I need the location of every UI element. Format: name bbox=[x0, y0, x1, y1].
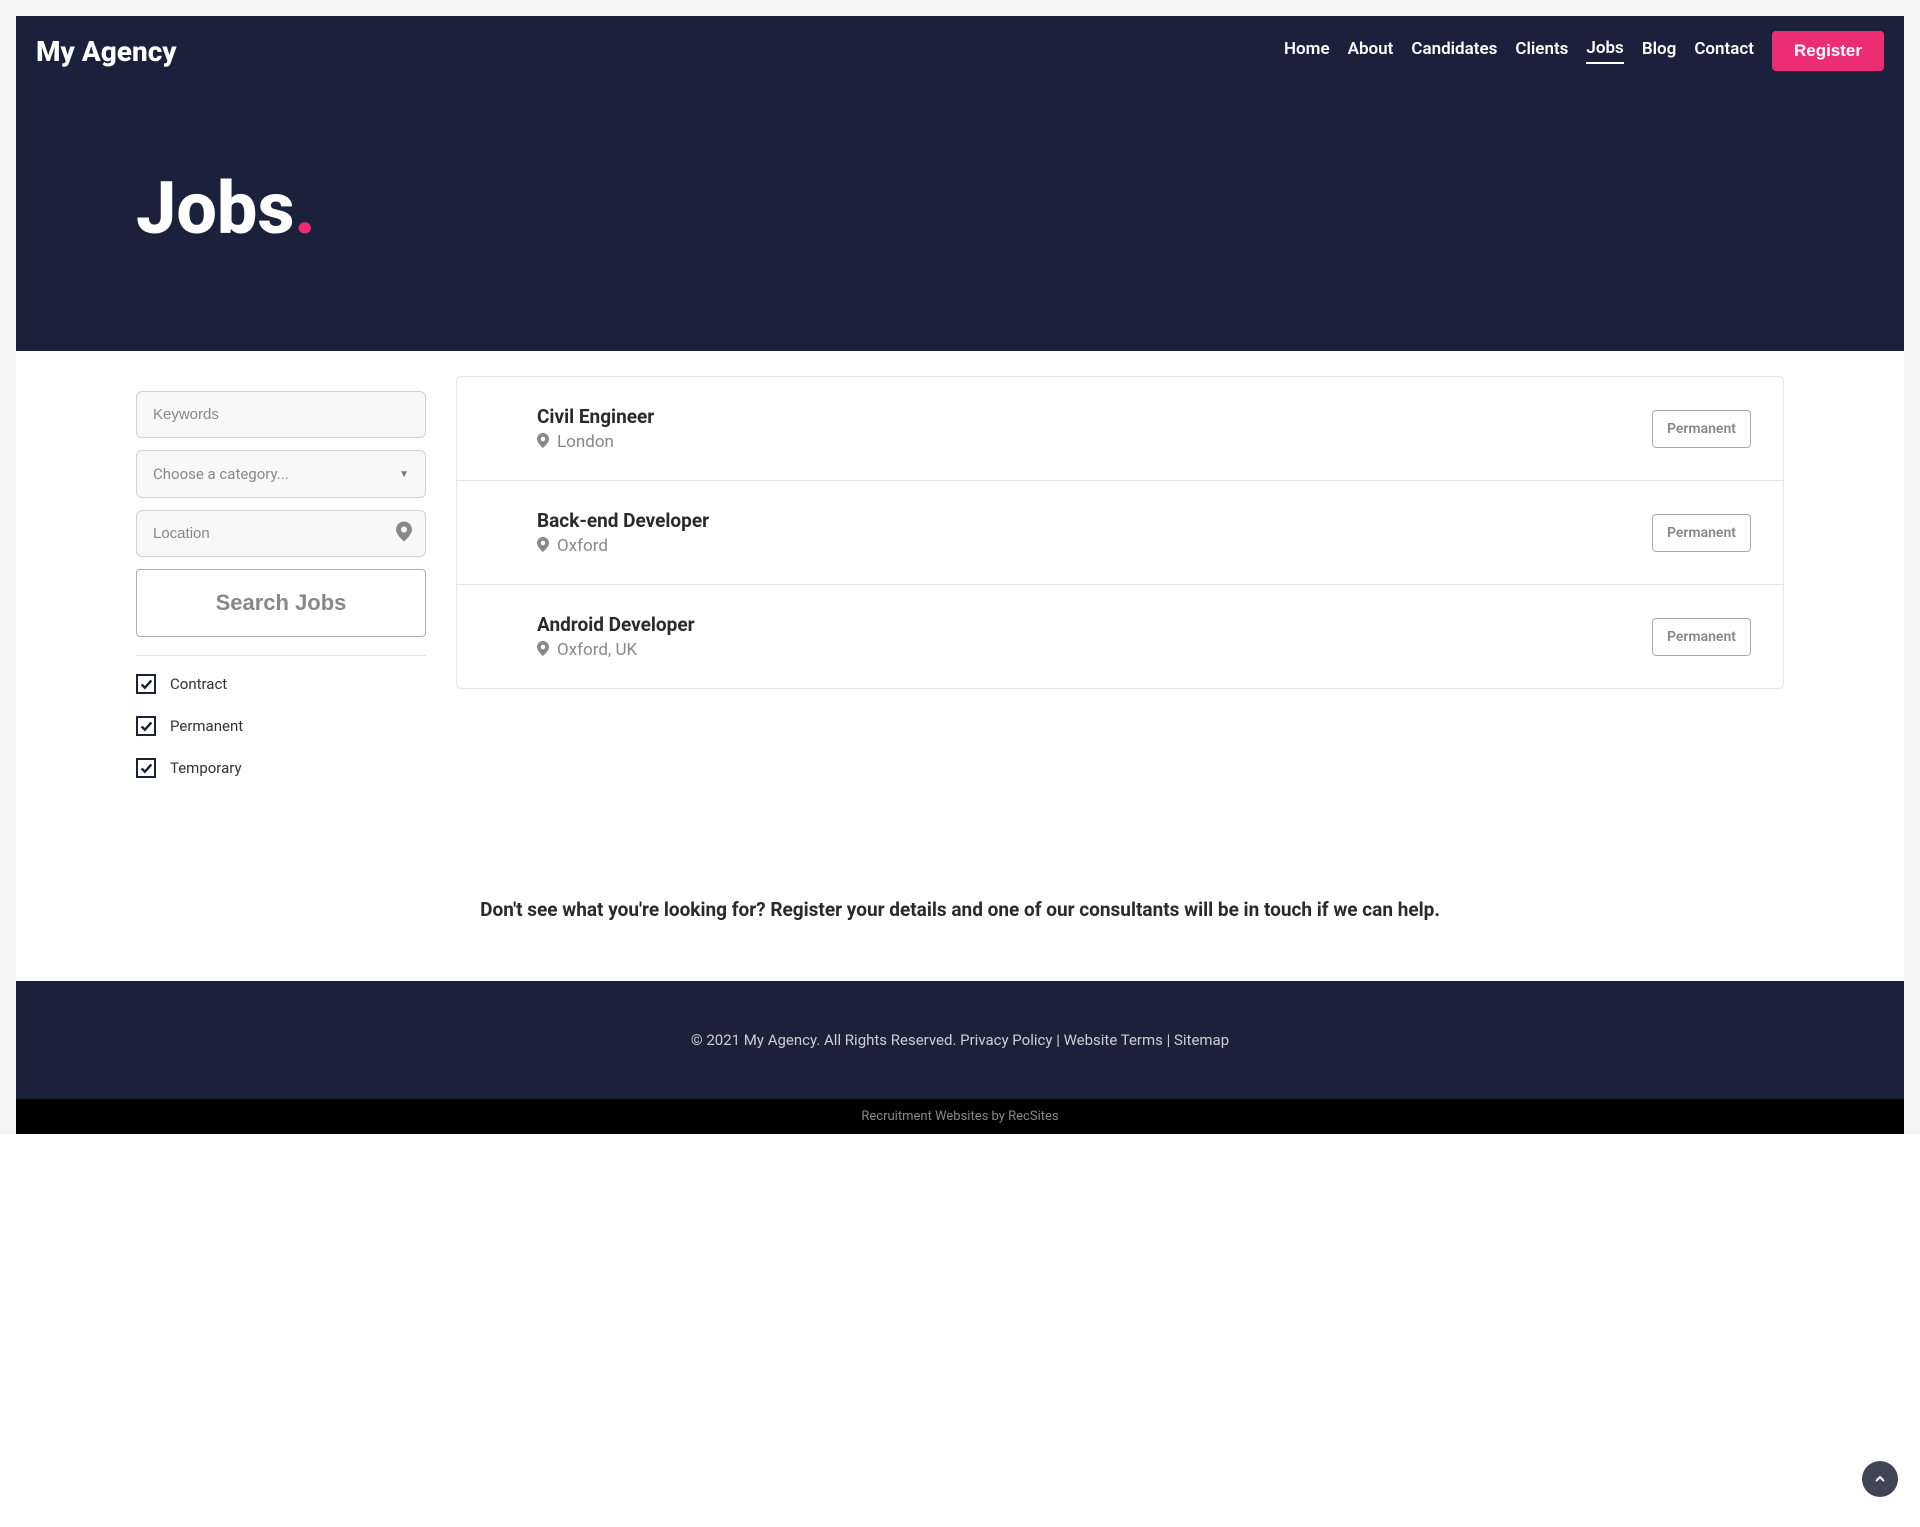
job-card[interactable]: Back-end Developer Oxford Permanent bbox=[457, 481, 1783, 585]
subfooter-text: Recruitment Websites by RecSites bbox=[36, 1109, 1884, 1124]
job-title: Civil Engineer bbox=[537, 405, 654, 428]
search-form: Choose a category... ▼ Search Jobs bbox=[136, 371, 426, 637]
job-info: Back-end Developer Oxford bbox=[537, 509, 709, 556]
location-pin-icon bbox=[537, 537, 549, 556]
job-location: London bbox=[537, 432, 654, 452]
job-results: Civil Engineer London Permanent Back-end… bbox=[456, 376, 1784, 689]
filter-label: Temporary bbox=[170, 759, 242, 777]
nav-jobs[interactable]: Jobs bbox=[1586, 38, 1623, 64]
filter-permanent[interactable]: Permanent bbox=[136, 716, 426, 736]
job-location: Oxford, UK bbox=[537, 640, 695, 660]
hero-title-dot: . bbox=[294, 166, 315, 251]
job-info: Android Developer Oxford, UK bbox=[537, 613, 695, 660]
filter-temporary[interactable]: Temporary bbox=[136, 758, 426, 778]
job-type-badge: Permanent bbox=[1652, 410, 1751, 448]
job-type-badge: Permanent bbox=[1652, 618, 1751, 656]
job-type-badge: Permanent bbox=[1652, 514, 1751, 552]
nav-candidates[interactable]: Candidates bbox=[1411, 39, 1497, 63]
job-location-text: Oxford bbox=[557, 536, 608, 556]
search-button[interactable]: Search Jobs bbox=[136, 569, 426, 637]
location-input[interactable] bbox=[136, 510, 426, 557]
filter-label: Contract bbox=[170, 675, 227, 693]
category-placeholder: Choose a category... bbox=[153, 465, 289, 483]
hero-title-text: Jobs bbox=[136, 166, 294, 251]
job-location: Oxford bbox=[537, 536, 709, 556]
checkbox-icon bbox=[136, 674, 156, 694]
job-title: Back-end Developer bbox=[537, 509, 709, 532]
divider bbox=[136, 655, 426, 656]
job-location-text: Oxford, UK bbox=[557, 640, 637, 660]
keywords-input[interactable] bbox=[136, 391, 426, 438]
copyright: © 2021 My Agency. All Rights Reserved. bbox=[691, 1031, 960, 1049]
separator: | bbox=[1163, 1031, 1174, 1049]
cta-register-link[interactable]: Register your details bbox=[770, 898, 946, 921]
main-content: Choose a category... ▼ Search Jobs Contr… bbox=[16, 351, 1904, 858]
scroll-top-button[interactable] bbox=[1862, 1461, 1898, 1497]
header: My Agency Home About Candidates Clients … bbox=[16, 16, 1904, 86]
nav-about[interactable]: About bbox=[1348, 39, 1394, 63]
job-card[interactable]: Civil Engineer London Permanent bbox=[457, 377, 1783, 481]
cta-suffix: and one of our consultants will be in to… bbox=[947, 898, 1440, 921]
subfooter: Recruitment Websites by RecSites bbox=[16, 1099, 1904, 1134]
nav-blog[interactable]: Blog bbox=[1642, 39, 1677, 63]
sidebar: Choose a category... ▼ Search Jobs Contr… bbox=[136, 371, 426, 778]
checkbox-icon bbox=[136, 716, 156, 736]
chevron-down-icon: ▼ bbox=[399, 469, 409, 480]
recsites-link[interactable]: RecSites bbox=[1008, 1109, 1058, 1124]
cta-prefix: Don't see what you're looking for? bbox=[480, 898, 770, 921]
job-info: Civil Engineer London bbox=[537, 405, 654, 452]
main-nav: Home About Candidates Clients Jobs Blog … bbox=[1284, 31, 1884, 71]
chevron-up-icon bbox=[1875, 1472, 1885, 1486]
sitemap-link[interactable]: Sitemap bbox=[1174, 1031, 1229, 1049]
hero: Jobs. bbox=[16, 86, 1904, 351]
nav-clients[interactable]: Clients bbox=[1515, 39, 1568, 63]
terms-link[interactable]: Website Terms bbox=[1064, 1031, 1163, 1049]
register-button[interactable]: Register bbox=[1772, 31, 1884, 71]
separator: | bbox=[1052, 1031, 1063, 1049]
job-title: Android Developer bbox=[537, 613, 695, 636]
filter-contract[interactable]: Contract bbox=[136, 674, 426, 694]
filter-label: Permanent bbox=[170, 717, 243, 735]
location-pin-icon bbox=[537, 641, 549, 660]
cta-text: Don't see what you're looking for? Regis… bbox=[36, 898, 1884, 921]
location-pin-icon bbox=[396, 521, 412, 546]
job-location-text: London bbox=[557, 432, 614, 452]
logo[interactable]: My Agency bbox=[36, 35, 177, 68]
job-card[interactable]: Android Developer Oxford, UK Permanent bbox=[457, 585, 1783, 688]
subfooter-prefix: Recruitment Websites by bbox=[861, 1109, 1008, 1124]
page-title: Jobs. bbox=[136, 166, 1904, 251]
footer-text: © 2021 My Agency. All Rights Reserved. P… bbox=[36, 1031, 1884, 1049]
location-pin-icon bbox=[537, 433, 549, 452]
checkbox-icon bbox=[136, 758, 156, 778]
filter-list: Contract Permanent Temporary bbox=[136, 674, 426, 778]
nav-home[interactable]: Home bbox=[1284, 39, 1330, 63]
cta-section: Don't see what you're looking for? Regis… bbox=[16, 858, 1904, 981]
footer: © 2021 My Agency. All Rights Reserved. P… bbox=[16, 981, 1904, 1099]
category-select[interactable]: Choose a category... ▼ bbox=[136, 450, 426, 498]
privacy-link[interactable]: Privacy Policy bbox=[960, 1031, 1052, 1049]
nav-contact[interactable]: Contact bbox=[1694, 39, 1754, 63]
